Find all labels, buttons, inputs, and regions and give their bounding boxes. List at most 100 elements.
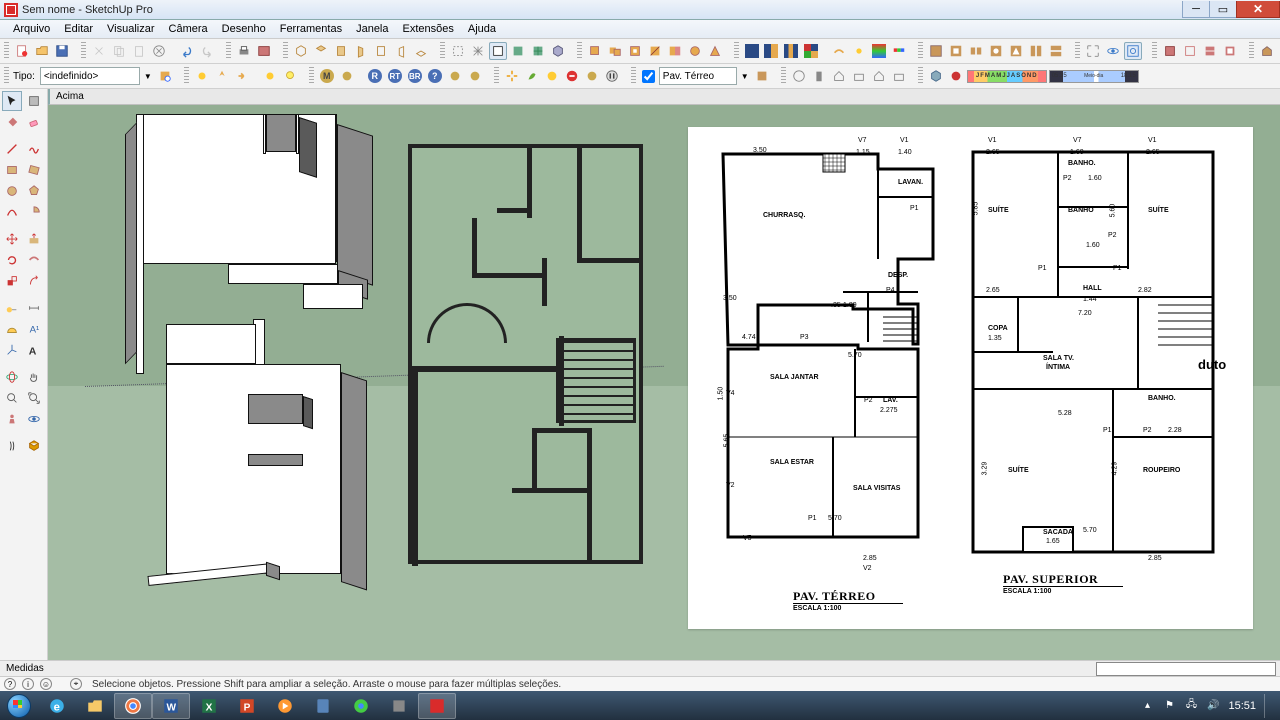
right-icon[interactable] [352,42,370,60]
position-camera-icon[interactable] [2,409,22,429]
taskbar-excel-icon[interactable]: X [190,693,228,719]
geo-status-icon[interactable]: ⌖ [70,678,82,690]
building-icon[interactable] [810,67,828,85]
layout-1-icon[interactable] [743,42,761,60]
menu-desenho[interactable]: Desenho [215,21,273,37]
sandbox-3[interactable] [870,42,888,60]
layout-4-icon[interactable] [802,42,820,60]
orbit-tool-icon[interactable] [2,367,22,387]
grip[interactable] [81,42,86,60]
walk-tool-icon[interactable] [2,436,22,456]
info-icon[interactable]: i [22,678,34,690]
taskbar-chrome2-icon[interactable] [342,693,380,719]
copy-icon[interactable] [110,42,128,60]
dimension-tool-icon[interactable] [24,298,44,318]
front-icon[interactable] [332,42,350,60]
tape-tool-icon[interactable] [2,298,22,318]
section-plane-icon[interactable] [24,436,44,456]
mono-icon[interactable] [549,42,567,60]
measure-input[interactable] [1096,662,1276,676]
tray-volume-icon[interactable]: 🔊 [1206,699,1220,713]
zoom-extents-tool-icon[interactable] [24,388,44,408]
menu-ferramentas[interactable]: Ferramentas [273,21,349,37]
light-icon[interactable] [281,67,299,85]
grip[interactable] [283,42,288,60]
circle-tool-icon[interactable] [2,181,22,201]
taskbar-app-icon[interactable] [380,693,418,719]
hidden-line-icon[interactable] [489,42,507,60]
polygon-tool-icon[interactable] [24,181,44,201]
top-icon[interactable] [312,42,330,60]
q-icon[interactable]: ? [426,67,444,85]
text-tool-icon[interactable]: A¹ [24,319,44,339]
grip[interactable] [577,42,582,60]
warehouse-icon[interactable] [1258,42,1276,60]
grip[interactable] [184,67,189,85]
taskbar-ppt-icon[interactable]: P [228,693,266,719]
tag-options-icon[interactable] [753,67,771,85]
m-icon[interactable]: M [318,67,336,85]
time-slider[interactable]: 05:35Meio-dia18:15 [1049,70,1139,83]
layout-2-icon[interactable] [763,42,781,60]
viewport[interactable]: Acima [48,89,1280,660]
sun-icon[interactable] [193,67,211,85]
section-cut-icon[interactable] [1201,42,1219,60]
month-slider[interactable]: JFMAMJJASOND [967,70,1047,83]
arrow-right-icon[interactable] [233,67,251,85]
grip[interactable] [226,42,231,60]
grip[interactable] [918,42,923,60]
dc-5-icon[interactable] [1027,42,1045,60]
arc-tool-icon[interactable] [2,202,22,222]
taskbar-explorer-icon[interactable] [76,693,114,719]
shadow-opt-icon[interactable] [947,67,965,85]
section-display-icon[interactable] [1181,42,1199,60]
menu-arquivo[interactable]: Arquivo [6,21,57,37]
pan-tool-icon[interactable] [24,367,44,387]
iso-icon[interactable] [292,42,310,60]
shaded-icon[interactable] [509,42,527,60]
menu-janela[interactable]: Janela [349,21,395,37]
zoom-window-icon[interactable] [1124,42,1142,60]
solid-tool-7[interactable] [706,42,724,60]
open-icon[interactable] [33,42,51,60]
menu-extensoes[interactable]: Extensões [396,21,461,37]
dc-4-icon[interactable] [1007,42,1025,60]
wireframe-icon[interactable] [469,42,487,60]
sun2-icon[interactable] [261,67,279,85]
delete-icon[interactable] [150,42,168,60]
type-search-icon[interactable] [156,67,174,85]
solid-tool-6[interactable] [686,42,704,60]
paste-icon[interactable] [130,42,148,60]
grip[interactable] [631,67,636,85]
taskbar-word-icon[interactable]: W [152,693,190,719]
r-icon[interactable]: R [366,67,384,85]
section-icon[interactable] [1161,42,1179,60]
shaded-tex-icon[interactable] [529,42,547,60]
menu-ajuda[interactable]: Ajuda [461,21,503,37]
dc-6-icon[interactable] [1047,42,1065,60]
leaf-icon[interactable] [523,67,541,85]
solid-tool-1[interactable] [586,42,604,60]
pie-tool-icon[interactable] [24,202,44,222]
line-tool-icon[interactable] [2,139,22,159]
house-icon[interactable] [830,67,848,85]
paint-bucket-icon[interactable] [2,112,22,132]
cancel-icon[interactable] [563,67,581,85]
briefcase2-icon[interactable] [890,67,908,85]
start-button[interactable] [0,691,38,720]
layout-3-icon[interactable] [782,42,800,60]
dc-2-icon[interactable] [967,42,985,60]
section-fill-icon[interactable] [1221,42,1239,60]
pause-icon[interactable] [603,67,621,85]
rectangle-tool-icon[interactable] [2,160,22,180]
house2-icon[interactable] [870,67,888,85]
dc-3-icon[interactable] [987,42,1005,60]
zoom-extents-icon[interactable] [1084,42,1102,60]
axes-tool-icon[interactable] [2,340,22,360]
save-icon[interactable] [53,42,71,60]
dropdown-arrow-icon[interactable]: ▼ [142,72,154,81]
look-around-icon[interactable] [24,409,44,429]
show-desktop-button[interactable] [1264,694,1272,718]
gear-blue2-icon[interactable] [466,67,484,85]
grip[interactable] [1075,42,1080,60]
